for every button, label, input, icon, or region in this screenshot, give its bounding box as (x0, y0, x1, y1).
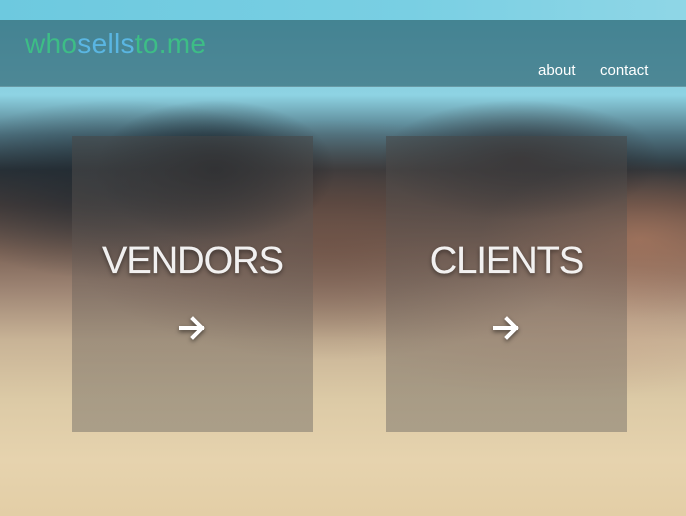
clients-card-label: CLIENTS (429, 240, 585, 282)
logo-part-to-me: to.me (134, 28, 207, 59)
logo-part-sells: sells (77, 28, 135, 59)
top-strip (0, 0, 686, 20)
nav-link-about[interactable]: about (538, 62, 576, 79)
vendors-card-label: VENDORS (102, 240, 284, 282)
arrow-right-icon (178, 314, 208, 342)
logo-part-who: who (25, 28, 78, 59)
page: whosellsto.me about contact VENDORS CLIE… (0, 0, 686, 516)
vendors-card[interactable]: VENDORS (72, 136, 313, 432)
clients-card[interactable]: CLIENTS (386, 136, 627, 432)
site-logo[interactable]: whosellsto.me (25, 28, 206, 60)
arrow-right-icon (492, 314, 522, 342)
nav-link-contact[interactable]: contact (600, 62, 648, 79)
header-bar: whosellsto.me about contact (0, 20, 686, 87)
